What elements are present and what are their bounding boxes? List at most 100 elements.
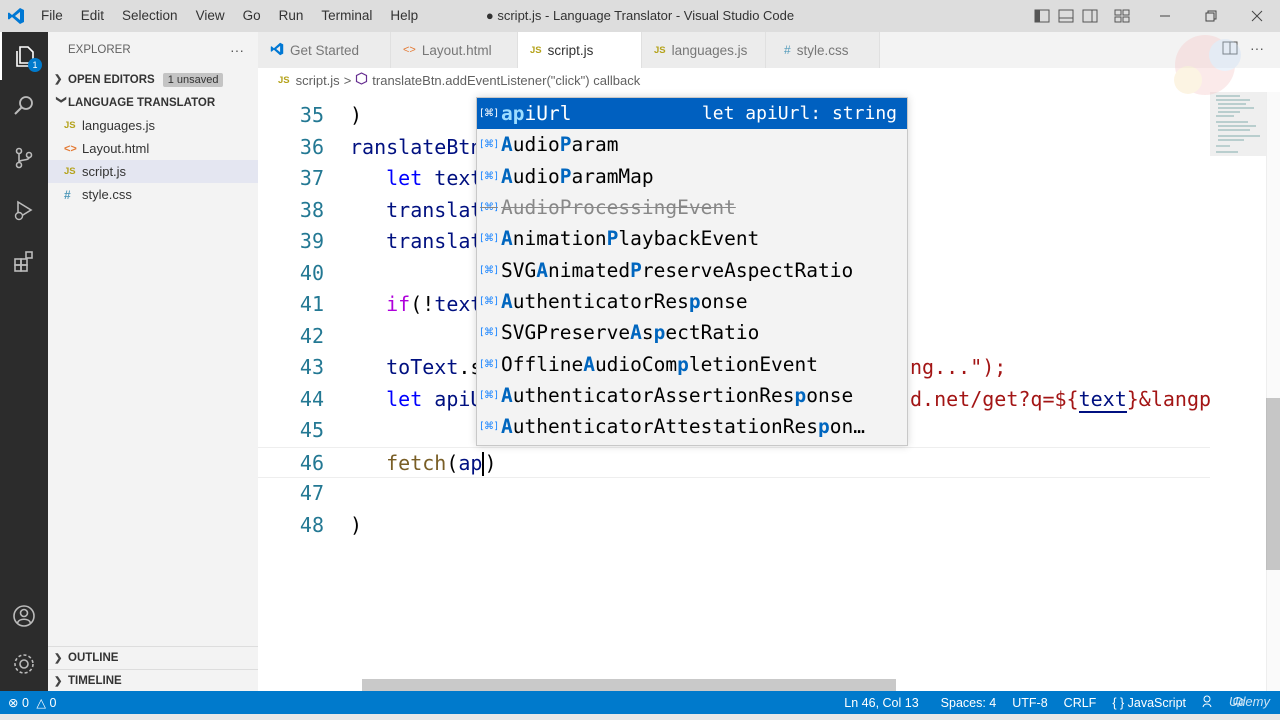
error-icon: ⊗ <box>8 696 19 710</box>
variable-symbol-icon: [⌘] <box>480 389 498 401</box>
menu-run[interactable]: Run <box>270 0 313 32</box>
tab-label: Layout.html <box>421 42 492 58</box>
suggestion-item[interactable]: [⌘] AuthenticatorResponse <box>477 286 907 317</box>
menu-file[interactable]: File <box>32 0 72 32</box>
menu-terminal[interactable]: Terminal <box>312 0 381 32</box>
suggestion-item[interactable]: [⌘] AuthenticatorAttestationRespon… <box>477 411 907 442</box>
code-text: toText.s <box>386 355 483 379</box>
horizontal-scrollbar-thumb[interactable] <box>362 679 896 691</box>
file-languages-js[interactable]: JS languages.js <box>48 114 258 137</box>
file-name: style.css <box>82 187 132 202</box>
code-text: ) <box>350 103 363 127</box>
outline-section[interactable]: ❯ OUTLINE <box>48 646 258 669</box>
suggestion-item[interactable]: [⌘] AudioParamMap <box>477 161 907 192</box>
file-name: languages.js <box>82 118 155 133</box>
breadcrumb-symbol[interactable]: translateBtn.addEventListener("click") c… <box>372 73 640 88</box>
line-number: 35 <box>299 103 324 127</box>
file-name: script.js <box>82 164 127 179</box>
accounts-icon[interactable] <box>0 592 48 640</box>
code-line[interactable]: 46 fetch(ap) <box>258 446 1210 478</box>
cursor-position[interactable]: Ln 46, Col 13 <box>836 696 926 710</box>
suggestion-item[interactable]: [⌘] AuthenticatorAssertionResponse <box>477 380 907 411</box>
indentation[interactable]: Spaces: 4 <box>933 696 1005 710</box>
code-text: if(!text <box>386 292 483 316</box>
variable-symbol-icon: [⌘] <box>480 202 498 214</box>
line-number: 41 <box>299 292 324 316</box>
feedback-icon[interactable] <box>1194 694 1224 711</box>
variable-symbol-icon: [⌘] <box>480 421 498 433</box>
open-editors-section[interactable]: ❯ OPEN EDITORS 1 unsaved <box>48 68 258 91</box>
search-icon[interactable] <box>0 82 48 130</box>
suggestion-item[interactable]: [⌘] OfflineAudioCompletionEvent <box>477 348 907 379</box>
timeline-section[interactable]: ❯ TIMELINE <box>48 669 258 692</box>
title-bar: File Edit Selection View Go Run Terminal… <box>0 0 1280 32</box>
customize-layout-icon[interactable] <box>1102 0 1142 32</box>
suggestion-label: AuthenticatorResponse <box>501 289 748 313</box>
menu-edit[interactable]: Edit <box>72 0 113 32</box>
braces-icon: { } <box>1112 695 1125 710</box>
line-number: 48 <box>299 512 324 537</box>
vertical-scrollbar-thumb[interactable] <box>1266 398 1280 570</box>
code-line[interactable]: 47 <box>258 478 1210 510</box>
toggle-panel-icon[interactable] <box>1054 0 1078 32</box>
toggle-sidebar-icon[interactable] <box>1030 0 1054 32</box>
suggestion-item[interactable]: [⌘] AudioParam <box>477 129 907 160</box>
line-number: 42 <box>299 323 324 348</box>
extensions-icon[interactable] <box>0 238 48 286</box>
chevron-right-icon: ❯ <box>54 74 63 85</box>
code-line[interactable]: 48) <box>258 510 1210 542</box>
project-section[interactable]: ❯ LANGUAGE TRANSLATOR <box>48 91 258 114</box>
suggestion-label: AudioParamMap <box>501 164 654 188</box>
suggestion-detail: let apiUrl: string <box>701 103 897 125</box>
line-number: 45 <box>299 418 324 442</box>
menu-help[interactable]: Help <box>381 0 427 32</box>
source-control-icon[interactable] <box>0 134 48 182</box>
menu-bar: File Edit Selection View Go Run Terminal… <box>32 0 427 32</box>
suggestion-label: OfflineAudioCompletionEvent <box>501 352 819 376</box>
tab-style-css[interactable]: # style.css <box>766 32 880 68</box>
open-editors-label: OPEN EDITORS <box>68 73 155 86</box>
file-style-css[interactable]: # style.css <box>48 183 258 206</box>
file-layout-html[interactable]: <> Layout.html <box>48 137 258 160</box>
tab-label: script.js <box>547 42 594 58</box>
js-file-icon: JS <box>64 120 76 131</box>
suggestion-label: AudioParam <box>501 133 619 157</box>
language-mode[interactable]: { } JavaScript <box>1104 696 1194 710</box>
autocomplete-suggestions: [⌘] apiUrl let apiUrl: string [⌘] AudioParam… <box>476 97 908 446</box>
code-text: let text <box>386 166 483 190</box>
code-text: let apiU <box>386 386 483 411</box>
chevron-right-icon: ❯ <box>54 675 63 687</box>
suggestion-item[interactable]: [⌘] SVGAnimatedPreserveAspectRatio <box>477 255 907 286</box>
js-file-icon: JS <box>530 44 542 56</box>
variable-symbol-icon: [⌘] <box>480 264 498 276</box>
suggestion-item[interactable]: [⌘] AudioProcessingEvent <box>477 192 907 223</box>
suggestion-item[interactable]: [⌘] SVGPreserveAspectRatio <box>477 317 907 348</box>
encoding[interactable]: UTF-8 <box>1004 696 1055 710</box>
explorer-title: EXPLORER <box>68 44 131 56</box>
menu-selection[interactable]: Selection <box>113 0 187 32</box>
suggestion-label: SVGAnimatedPreserveAspectRatio <box>501 258 854 282</box>
vertical-scrollbar[interactable] <box>1266 92 1280 691</box>
explorer-badge: 1 <box>28 58 42 72</box>
menu-go[interactable]: Go <box>234 0 270 32</box>
suggestion-label: SVGPreserveAspectRatio <box>501 321 760 345</box>
suggestion-item[interactable]: [⌘] AnimationPlaybackEvent <box>477 223 907 254</box>
run-debug-icon[interactable] <box>0 186 48 234</box>
explorer-more-icon[interactable]: ··· <box>230 42 244 58</box>
minimap[interactable] <box>1210 92 1268 691</box>
explorer-icon[interactable]: 1 <box>0 32 48 80</box>
breadcrumb-file[interactable]: script.js <box>296 73 340 88</box>
file-name: Layout.html <box>82 141 150 156</box>
file-script-js[interactable]: JS script.js <box>48 160 258 183</box>
settings-gear-icon[interactable] <box>0 640 48 688</box>
suggestion-item[interactable]: [⌘] apiUrl let apiUrl: string <box>477 98 907 130</box>
suggestion-label: AnimationPlaybackEvent <box>501 227 760 251</box>
toggle-secondary-sidebar-icon[interactable] <box>1078 0 1102 32</box>
problems-indicator[interactable]: ⊗ 0 △ 0 <box>0 695 64 710</box>
tab-layout-html[interactable]: <> Layout.html <box>391 32 518 68</box>
tab-get-started[interactable]: Get Started <box>258 32 391 68</box>
tab-script-js[interactable]: JS script.js <box>518 32 642 68</box>
menu-view[interactable]: View <box>187 0 234 32</box>
end-of-line[interactable]: CRLF <box>1056 696 1105 710</box>
tab-languages-js[interactable]: JS languages.js <box>642 32 766 68</box>
